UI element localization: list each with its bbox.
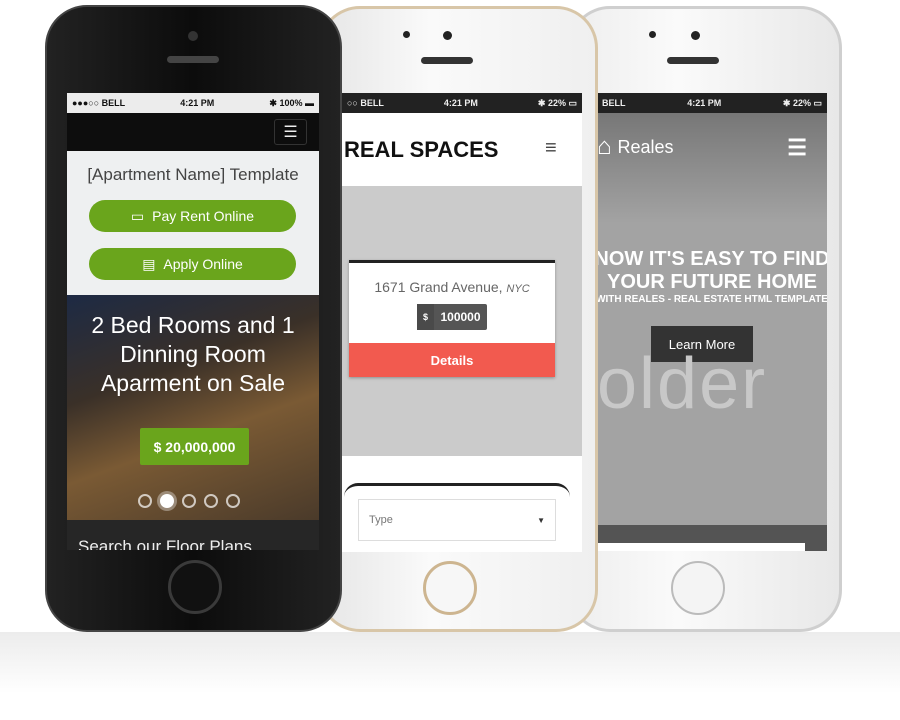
battery: ✱ 22% ▭ — [537, 97, 577, 108]
home-icon: ⌂ — [597, 133, 612, 160]
details-button[interactable]: Details — [349, 343, 555, 377]
carrier: ○○ BELL — [347, 98, 384, 108]
type-select[interactable]: Type ▼ — [358, 499, 556, 541]
price-badge: $ 20,000,000 — [140, 428, 249, 465]
carrier: ●●●○○ BELL — [72, 98, 126, 108]
phone-reales: BELL 4:21 PM ✱ 22% ▭ ⌂ Reales ☰ NOW IT'S… — [568, 6, 842, 632]
menu-icon[interactable]: ☰ — [787, 135, 807, 161]
slider-dot[interactable] — [182, 494, 196, 508]
hero-text: 2 Bed Rooms and 1 Dinning Room Aparment … — [91, 312, 295, 396]
front-camera — [188, 31, 198, 41]
subline: WITH REALES - REAL ESTATE HTML TEMPLATE — [597, 294, 827, 305]
screen: BELL 4:21 PM ✱ 22% ▭ ⌂ Reales ☰ NOW IT'S… — [597, 93, 827, 551]
speaker — [667, 57, 719, 64]
camera — [403, 31, 410, 38]
time: 4:21 PM — [687, 98, 722, 108]
home-button[interactable] — [168, 560, 222, 614]
slider-dot[interactable] — [160, 494, 174, 508]
property-card: 1671 Grand Avenue, NYC $ 100000 Details — [349, 260, 555, 377]
screen: ○○ BELL 4:21 PM ✱ 22% ▭ REAL SPACES ≡ 16… — [342, 93, 582, 552]
credit-card-icon: ▭ — [130, 207, 145, 224]
headline: YOUR FUTURE HOME — [607, 271, 817, 293]
document-icon: ▤ — [142, 255, 156, 272]
status-bar: ●●●○○ BELL 4:21 PM ✱ 100% ▬ — [67, 93, 319, 113]
logo[interactable]: ⌂ Reales — [597, 133, 674, 161]
logo[interactable]: REAL SPACES — [344, 137, 498, 163]
battery: ✱ 100% ▬ — [269, 97, 314, 108]
page-title: [Apartment Name] Template — [87, 165, 299, 184]
front-camera — [443, 31, 452, 40]
dropdown-arrow-icon: ▼ — [537, 515, 545, 525]
slider-dots — [138, 494, 240, 508]
menu-icon[interactable]: ≡ — [545, 137, 557, 160]
time: 4:21 PM — [443, 98, 478, 108]
headline: NOW IT'S EASY TO FIND — [597, 248, 827, 270]
time: 4:21 PM — [180, 98, 215, 108]
status-bar: ○○ BELL 4:21 PM ✱ 22% ▭ — [342, 93, 582, 113]
floor-reflection — [0, 632, 900, 720]
floor-plans-heading: Search our Floor Plans — [67, 520, 319, 550]
carrier: BELL — [602, 98, 626, 108]
front-camera — [691, 31, 700, 40]
price-badge: $ 100000 — [417, 304, 487, 330]
placeholder-text: older — [597, 344, 768, 424]
pay-rent-button[interactable]: ▭ Pay Rent Online — [89, 200, 296, 232]
speaker — [167, 56, 219, 63]
phone-apartment: ●●●○○ BELL 4:21 PM ✱ 100% ▬ ☰ [Apartment… — [45, 5, 342, 632]
home-button[interactable] — [671, 561, 725, 615]
apply-online-button[interactable]: ▤ Apply Online — [89, 248, 296, 280]
phone-real-spaces: ○○ BELL 4:21 PM ✱ 22% ▭ REAL SPACES ≡ 16… — [318, 6, 598, 632]
battery: ✱ 22% ▭ — [782, 97, 822, 108]
slider-dot[interactable] — [226, 494, 240, 508]
speaker — [421, 57, 473, 64]
status-bar: BELL 4:21 PM ✱ 22% ▭ — [597, 93, 827, 113]
slider-dot[interactable] — [204, 494, 218, 508]
navbar: ☰ — [67, 113, 319, 151]
hero-slider[interactable]: 2 Bed Rooms and 1 Dinning Room Aparment … — [67, 295, 319, 520]
home-button[interactable] — [423, 561, 477, 615]
camera — [649, 31, 656, 38]
menu-toggle-button[interactable]: ☰ — [274, 119, 307, 145]
screen: ●●●○○ BELL 4:21 PM ✱ 100% ▬ ☰ [Apartment… — [67, 93, 319, 550]
slider-dot[interactable] — [138, 494, 152, 508]
